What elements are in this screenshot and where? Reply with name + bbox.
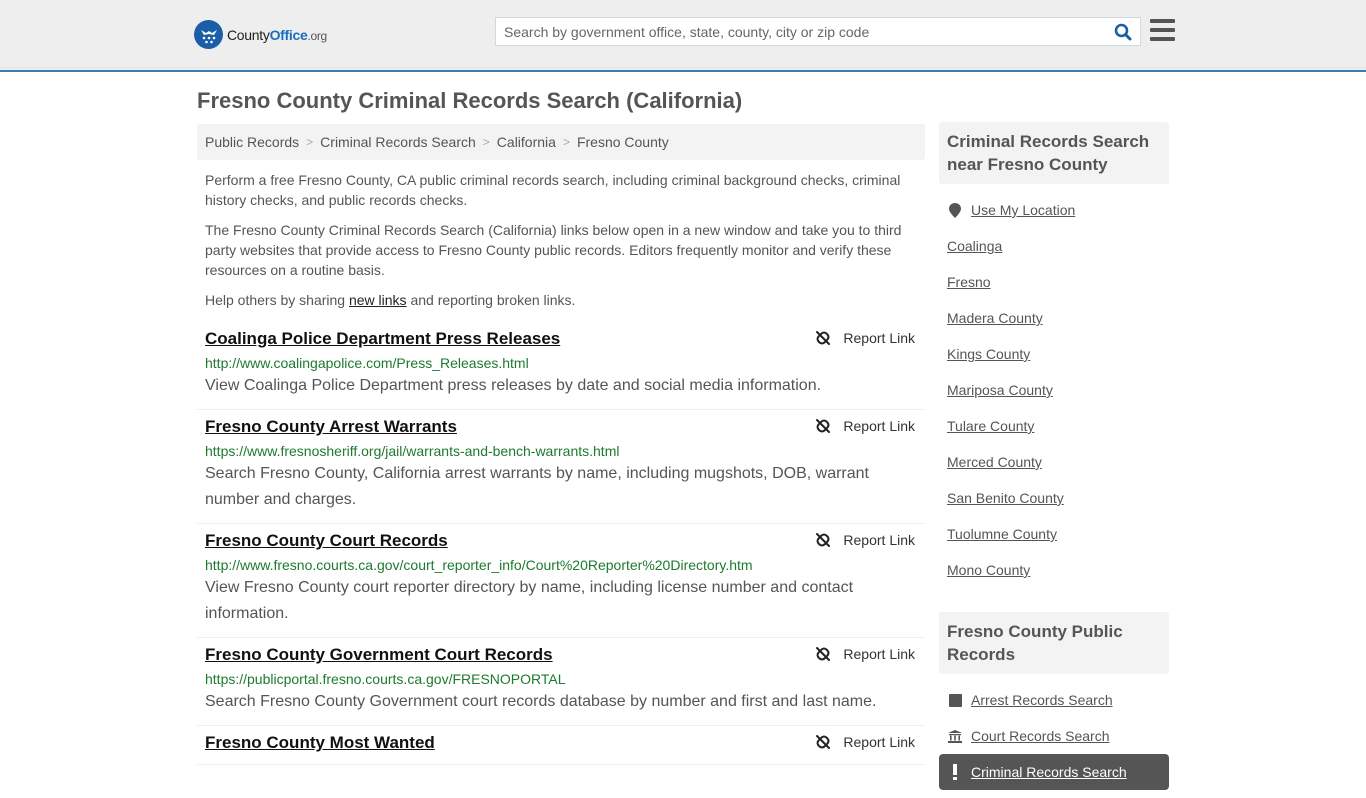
public-records-item-active: Criminal Records Search [939,754,1169,790]
logo-text: CountyOffice.org [227,26,327,43]
intro-paragraph-3: Help others by sharing new links and rep… [205,292,576,308]
result-url: https://publicportal.fresno.courts.ca.go… [205,671,566,687]
report-link-button[interactable]: Report Link [815,646,915,662]
result-item: Fresno County Most Wanted Report Link [197,726,925,765]
search-icon [1114,23,1132,40]
public-records-heading: Fresno County Public Records [939,612,1169,674]
nearby-item: Fresno [947,264,1161,300]
search-bar [495,17,1141,46]
report-link-button[interactable]: Report Link [815,330,915,346]
public-records-item: Court Records Search [947,718,1161,754]
broken-link-icon [816,331,831,345]
nearby-item: Merced County [947,444,1161,480]
new-links-link[interactable]: new links [349,292,407,308]
result-item: Coalinga Police Department Press Release… [197,322,925,410]
search-input[interactable] [496,18,1106,45]
eagle-stars-icon [194,20,223,49]
broken-link-icon [816,735,831,749]
nearby-link-tulare-county[interactable]: Tulare County [947,418,1034,434]
site-logo[interactable]: CountyOffice.org [194,20,327,49]
courthouse-icon [947,729,963,743]
broken-link-icon [816,647,831,661]
result-title-link[interactable]: Fresno County Arrest Warrants [205,416,457,438]
breadcrumb-fresno-county[interactable]: Fresno County [577,134,669,150]
report-link-button[interactable]: Report Link [815,532,915,548]
nearby-item: Tuolumne County [947,516,1161,552]
search-button[interactable] [1106,18,1140,45]
nearby-item: San Benito County [947,480,1161,516]
exclamation-icon [947,764,963,780]
use-my-location-item: Use My Location [947,192,1161,228]
intro-text: Perform a free Fresno County, CA public … [197,170,925,310]
nearby-link-merced-county[interactable]: Merced County [947,454,1042,470]
main-content: Public Records > Criminal Records Search… [197,124,925,765]
breadcrumb-separator: > [306,135,314,149]
page-title: Fresno County Criminal Records Search (C… [197,88,743,113]
nearby-link-mono-county[interactable]: Mono County [947,562,1030,578]
court-records-search-link[interactable]: Court Records Search [971,728,1110,744]
breadcrumb-separator: > [562,135,570,149]
breadcrumb-separator: > [482,135,490,149]
site-header: CountyOffice.org [0,0,1366,72]
hamburger-menu-icon[interactable] [1150,19,1175,41]
result-item: Fresno County Arrest Warrants https://ww… [197,410,925,524]
sidebar: Criminal Records Search near Fresno Coun… [939,122,1169,798]
intro-paragraph-1: Perform a free Fresno County, CA public … [205,172,901,208]
public-records-item: Arrest Records Search [947,682,1161,718]
result-url: http://www.coalingapolice.com/Press_Rele… [205,355,529,371]
nearby-item: Mariposa County [947,372,1161,408]
result-title-link[interactable]: Fresno County Most Wanted [205,732,435,754]
report-link-button[interactable]: Report Link [815,418,915,434]
public-records-list: Arrest Records Search Court Records Sear… [939,674,1169,798]
criminal-records-search-link[interactable]: Criminal Records Search [971,764,1127,780]
nearby-item: Kings County [947,336,1161,372]
result-description: View Fresno County court reporter direct… [205,579,854,622]
nearby-heading: Criminal Records Search near Fresno Coun… [939,122,1169,184]
broken-link-icon [816,533,831,547]
intro-paragraph-2: The Fresno County Criminal Records Searc… [205,222,902,278]
nearby-link-kings-county[interactable]: Kings County [947,346,1030,362]
result-description: Search Fresno County, California arrest … [205,465,869,508]
result-item: Fresno County Court Records http://www.f… [197,524,925,638]
map-pin-icon [947,202,963,218]
nearby-item: Tulare County [947,408,1161,444]
result-url: https://www.fresnosheriff.org/jail/warra… [205,443,620,459]
result-url: http://www.fresno.courts.ca.gov/court_re… [205,557,753,573]
result-item: Fresno County Government Court Records h… [197,638,925,726]
result-title-link[interactable]: Coalinga Police Department Press Release… [205,328,560,350]
arrest-records-search-link[interactable]: Arrest Records Search [971,692,1113,708]
nearby-link-fresno[interactable]: Fresno [947,274,991,290]
use-my-location-link[interactable]: Use My Location [971,202,1075,218]
nearby-link-mariposa-county[interactable]: Mariposa County [947,382,1053,398]
nearby-link-tuolumne-county[interactable]: Tuolumne County [947,526,1057,542]
nearby-link-coalinga[interactable]: Coalinga [947,238,1002,254]
square-icon [947,693,963,707]
nearby-item: Mono County [947,552,1161,588]
nearby-item: Madera County [947,300,1161,336]
breadcrumb: Public Records > Criminal Records Search… [197,124,925,160]
nearby-list: Use My Location Coalinga Fresno Madera C… [939,184,1169,596]
breadcrumb-criminal-records-search[interactable]: Criminal Records Search [320,134,476,150]
result-description: Search Fresno County Government court re… [205,693,877,710]
result-description: View Coalinga Police Department press re… [205,377,822,394]
nearby-link-san-benito-county[interactable]: San Benito County [947,490,1064,506]
report-link-button[interactable]: Report Link [815,734,915,750]
breadcrumb-public-records[interactable]: Public Records [205,134,299,150]
breadcrumb-california[interactable]: California [497,134,556,150]
result-title-link[interactable]: Fresno County Government Court Records [205,644,553,666]
nearby-link-madera-county[interactable]: Madera County [947,310,1043,326]
nearby-item: Coalinga [947,228,1161,264]
result-title-link[interactable]: Fresno County Court Records [205,530,448,552]
results-list: Coalinga Police Department Press Release… [197,322,925,765]
broken-link-icon [816,419,831,433]
